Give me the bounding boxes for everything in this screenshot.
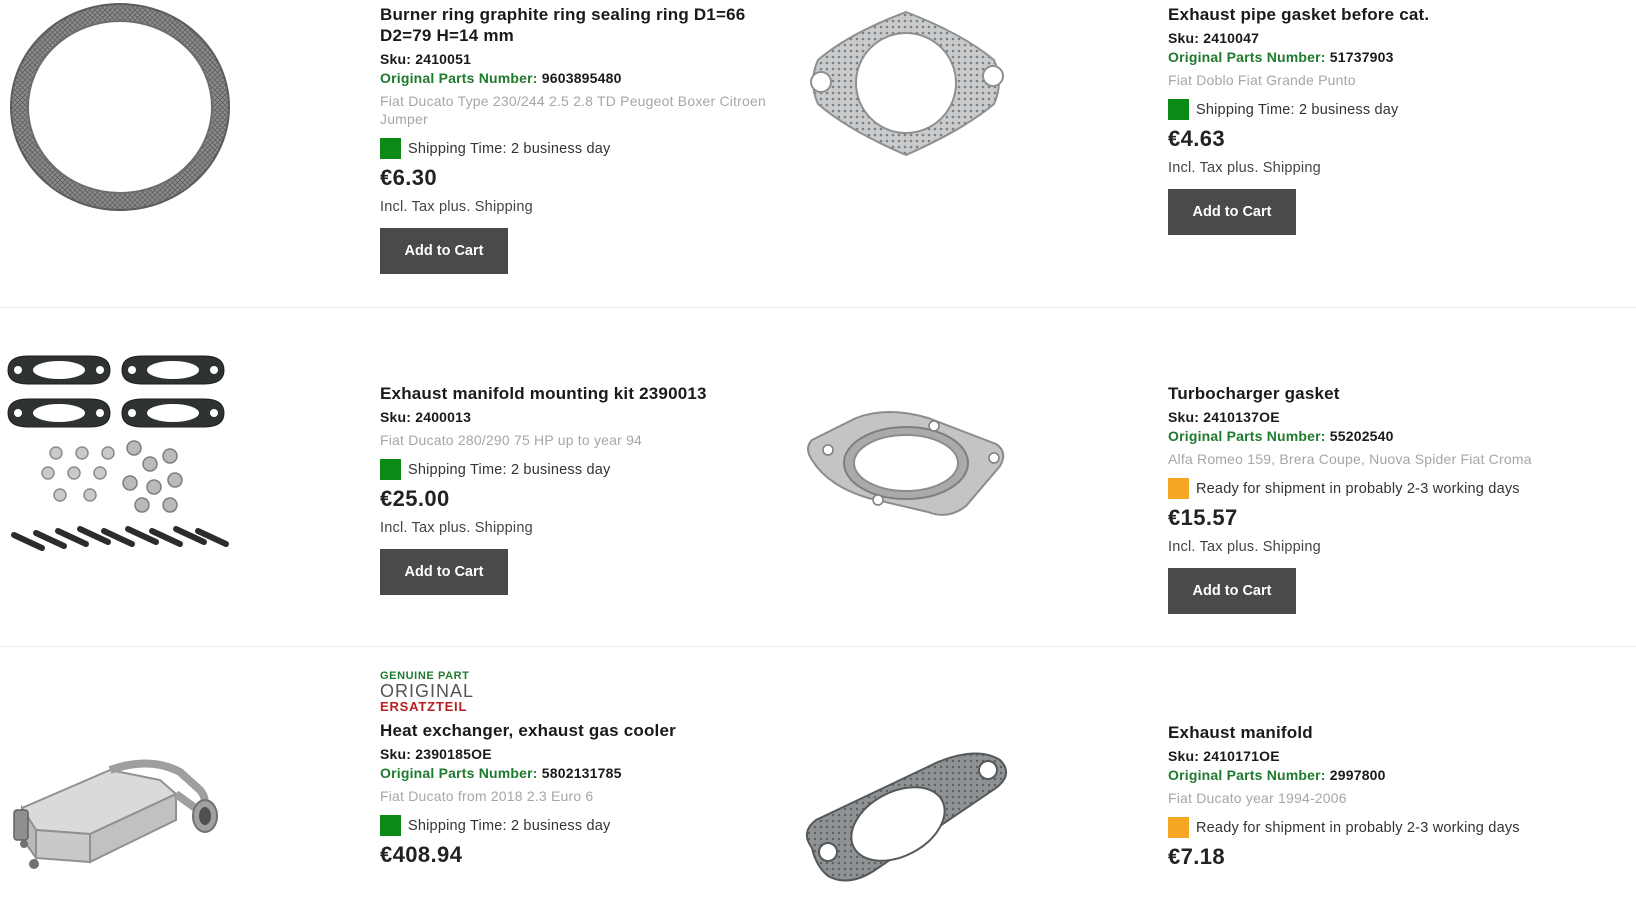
product-price: €6.30 <box>380 165 438 190</box>
exhaust-manifold-gasket-image <box>805 752 1007 882</box>
shipping-text: Ready for shipment in probably 2-3 worki… <box>1196 819 1520 836</box>
tax-note: Incl. Tax plus. Shipping <box>1168 539 1321 555</box>
product-image[interactable] <box>0 340 245 580</box>
opn-value: 55202540 <box>1329 428 1394 444</box>
product-title[interactable]: Exhaust manifold mounting kit 2390013 <box>380 383 780 404</box>
product-sku: Sku: 2410047 <box>1168 30 1260 46</box>
row-divider <box>0 646 1636 647</box>
product-sku: Sku: 2400013 <box>380 409 472 425</box>
tax-note: Incl. Tax plus. Shipping <box>1168 160 1321 176</box>
product-image[interactable] <box>788 740 1033 900</box>
row-divider <box>0 307 1636 308</box>
product-title[interactable]: Exhaust manifold <box>1168 722 1568 743</box>
opn-label: Original Parts Number: <box>380 70 538 86</box>
product-title[interactable]: Turbocharger gasket <box>1168 383 1568 404</box>
status-square-icon <box>380 815 401 836</box>
add-to-cart-button[interactable]: Add to Cart <box>1168 189 1296 235</box>
exhaust-gas-cooler-image <box>13 759 218 869</box>
manifold-mounting-kit-image <box>7 355 229 551</box>
product-fitment: Fiat Ducato Type 230/244 2.5 2.8 TD Peug… <box>380 93 767 127</box>
product-image[interactable] <box>0 0 245 240</box>
shipping-text: Shipping Time: 2 business day <box>408 461 611 478</box>
genuine-badge-line2: ORIGINAL <box>380 681 475 701</box>
status-square-icon <box>380 459 401 480</box>
shipping-status: Shipping Time: 2 business day <box>380 815 780 836</box>
shipping-status: Ready for shipment in probably 2-3 worki… <box>1168 817 1568 838</box>
product-fitment: Fiat Ducato year 1994-2006 <box>1168 790 1347 806</box>
product-price: €15.57 <box>1168 505 1238 530</box>
shipping-status: Shipping Time: 2 business day <box>1168 99 1568 120</box>
turbocharger-gasket-image <box>807 411 1005 516</box>
opn-value: 9603895480 <box>541 70 622 86</box>
product-image[interactable] <box>0 750 245 900</box>
product-fitment: Fiat Ducato from 2018 2.3 Euro 6 <box>380 788 594 804</box>
product-price: €25.00 <box>380 486 450 511</box>
opn-value: 51737903 <box>1329 49 1394 65</box>
original-parts-number: Original Parts Number: 55202540 <box>1168 427 1568 446</box>
opn-value: 5802131785 <box>541 765 622 781</box>
product-sku: Sku: 2410051 <box>380 51 472 67</box>
product-sku: Sku: 2390185OE <box>380 746 492 762</box>
original-parts-number: Original Parts Number: 9603895480 <box>380 69 780 88</box>
shipping-text: Shipping Time: 2 business day <box>408 817 611 834</box>
original-parts-number: Original Parts Number: 2997800 <box>1168 766 1568 785</box>
shipping-text: Shipping Time: 2 business day <box>408 140 611 157</box>
product-price: €408.94 <box>380 842 463 867</box>
product-fitment: Alfa Romeo 159, Brera Coupe, Nuova Spide… <box>1168 451 1532 467</box>
product-fitment: Fiat Doblo Fiat Grande Punto <box>1168 72 1356 88</box>
genuine-badge-line3: ERSATZTEIL <box>380 699 468 714</box>
shipping-status: Shipping Time: 2 business day <box>380 459 780 480</box>
shipping-status: Shipping Time: 2 business day <box>380 138 780 159</box>
product-title[interactable]: Burner ring graphite ring sealing ring D… <box>380 4 780 46</box>
status-square-icon <box>1168 99 1189 120</box>
graphite-ring-image <box>10 3 230 211</box>
add-to-cart-button[interactable]: Add to Cart <box>1168 568 1296 614</box>
original-parts-number: Original Parts Number: 5802131785 <box>380 764 780 783</box>
opn-label: Original Parts Number: <box>1168 428 1326 444</box>
shipping-text: Ready for shipment in probably 2-3 worki… <box>1196 480 1520 497</box>
product-price: €4.63 <box>1168 126 1226 151</box>
opn-label: Original Parts Number: <box>1168 767 1326 783</box>
add-to-cart-button[interactable]: Add to Cart <box>380 228 508 274</box>
status-square-icon <box>1168 817 1189 838</box>
genuine-part-badge: GENUINE PART ORIGINAL ERSATZTEIL <box>380 670 780 714</box>
status-square-icon <box>380 138 401 159</box>
product-image[interactable] <box>788 0 1033 240</box>
product-fitment: Fiat Ducato 280/290 75 HP up to year 94 <box>380 432 643 448</box>
exhaust-pipe-gasket-image <box>810 10 1004 157</box>
tax-note: Incl. Tax plus. Shipping <box>380 520 533 536</box>
product-title[interactable]: Exhaust pipe gasket before cat. <box>1168 4 1568 25</box>
opn-label: Original Parts Number: <box>380 765 538 781</box>
product-image[interactable] <box>788 340 1033 580</box>
product-sku: Sku: 2410171OE <box>1168 748 1280 764</box>
shipping-status: Ready for shipment in probably 2-3 worki… <box>1168 478 1568 499</box>
status-square-icon <box>1168 478 1189 499</box>
product-sku: Sku: 2410137OE <box>1168 409 1280 425</box>
tax-note: Incl. Tax plus. Shipping <box>380 199 533 215</box>
shipping-text: Shipping Time: 2 business day <box>1196 101 1399 118</box>
opn-value: 2997800 <box>1329 767 1386 783</box>
original-parts-number: Original Parts Number: 51737903 <box>1168 48 1568 67</box>
opn-label: Original Parts Number: <box>1168 49 1326 65</box>
product-price: €7.18 <box>1168 844 1226 869</box>
product-title[interactable]: Heat exchanger, exhaust gas cooler <box>380 720 780 741</box>
add-to-cart-button[interactable]: Add to Cart <box>380 549 508 595</box>
